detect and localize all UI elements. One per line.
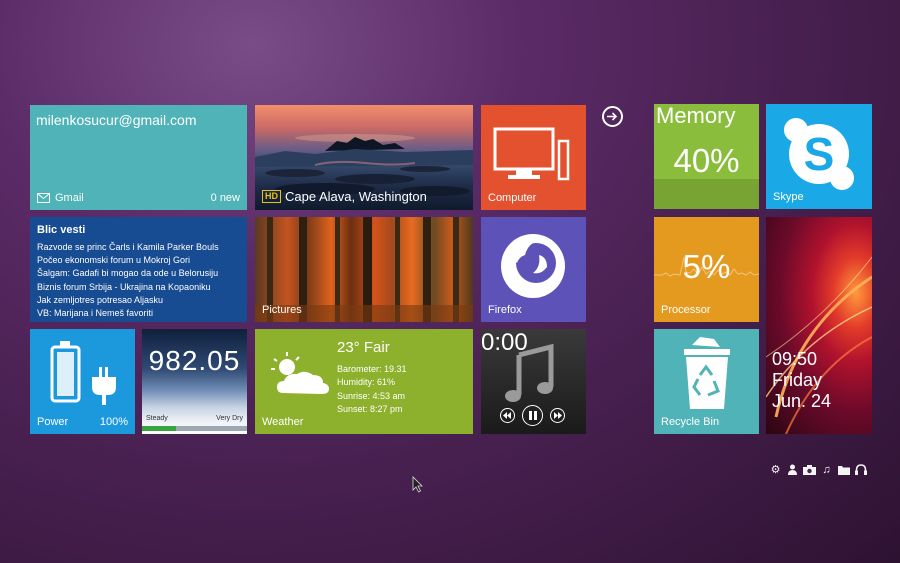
prev-button[interactable] [500, 408, 515, 423]
power-label: Power [37, 416, 69, 428]
recycle-bin-label: Recycle Bin [661, 416, 720, 428]
mail-icon [37, 193, 50, 203]
mouse-cursor-icon [412, 476, 423, 493]
hd-badge: HD [262, 190, 281, 203]
gmail-label: Gmail [55, 192, 84, 204]
next-button[interactable] [550, 408, 565, 423]
blic-news-tile[interactable]: Blic vesti Razvode se princ Čarls i Kami… [30, 217, 247, 322]
headphones-icon[interactable] [854, 463, 867, 476]
news-item[interactable]: Biznis forum Srbija - Ukrajina na Kopaon… [37, 281, 219, 294]
power-tile[interactable]: Power 100% [30, 329, 135, 434]
processor-label: Processor [661, 304, 711, 316]
barometer-fill [142, 426, 176, 431]
gmail-tile[interactable]: milenkosucur@gmail.com Gmail 0 new [30, 105, 247, 210]
partly-cloudy-icon [271, 352, 329, 394]
arrow-right-icon [607, 112, 618, 121]
svg-text:S: S [804, 128, 835, 180]
processor-value: 5% [682, 248, 731, 285]
fast-forward-icon [554, 412, 562, 419]
news-item[interactable]: VB: Marijana i Nemeš favoriti [37, 307, 219, 320]
news-item[interactable]: Razvode se princ Čarls i Kamila Parker B… [37, 241, 219, 254]
scroll-right-button[interactable] [602, 106, 623, 127]
weather-humidity: Humidity: 61% [337, 377, 396, 388]
weather-label: Weather [262, 416, 304, 428]
photo-caption: HD Cape Alava, Washington [262, 189, 427, 204]
gmail-count: 0 new [210, 192, 240, 204]
computer-tile[interactable]: Computer [481, 105, 586, 210]
blic-title: Blic vesti [37, 224, 86, 236]
memory-bar [654, 179, 759, 209]
weather-details: Barometer: 19.31 Humidity: 61% Sunrise: … [337, 363, 407, 417]
news-item[interactable]: Šalgam: Gadafi bi mogao da ode u Belorus… [37, 267, 219, 280]
recycle-bin-tile[interactable]: Recycle Bin [654, 329, 759, 434]
news-item[interactable]: Počeo ekonomski forum u Mokroj Gori [37, 254, 219, 267]
pause-icon [528, 411, 537, 420]
user-icon[interactable] [786, 463, 799, 476]
photo-tile[interactable]: HD Cape Alava, Washington [255, 105, 473, 210]
weather-sunrise: Sunrise: 4:53 am [337, 390, 406, 401]
camera-icon[interactable] [803, 463, 816, 476]
gmail-email: milenkosucur@gmail.com [36, 112, 197, 128]
weather-tile[interactable]: 23° Fair Barometer: 19.31 Humidity: 61% … [255, 329, 473, 434]
rewind-icon [503, 412, 511, 419]
system-icon-bar: ⚙ ♫ [769, 463, 867, 476]
news-list: Razvode se princ Čarls i Kamila Parker B… [37, 241, 219, 320]
weather-temp: 23° Fair [337, 339, 390, 356]
barometer-tile[interactable]: 982.05 Steady Very Dry [142, 329, 247, 434]
barometer-high-label: Very Dry [216, 415, 243, 422]
skype-tile[interactable]: S Skype [766, 104, 872, 209]
barometer-bar [142, 426, 247, 431]
music-note-icon[interactable]: ♫ [820, 463, 833, 476]
barometer-value: 982.05 [148, 345, 241, 376]
gear-icon[interactable]: ⚙ [769, 463, 782, 476]
firefox-tile[interactable]: Firefox [481, 217, 586, 322]
memory-label: Memory [656, 104, 736, 128]
memory-tile[interactable]: Memory 40% [654, 104, 759, 209]
gmail-label-row: Gmail [37, 192, 84, 204]
folder-icon[interactable] [837, 463, 850, 476]
music-tile[interactable]: 0:00 [481, 329, 586, 434]
power-value: 100% [99, 416, 128, 428]
clock-day: Friday [772, 370, 823, 390]
processor-tile[interactable]: 5% Processor [654, 217, 759, 322]
weather-barometer: Barometer: 19.31 [337, 364, 407, 374]
news-item[interactable]: Jak zemljotres potresao Aljasku [37, 294, 219, 307]
firefox-label: Firefox [488, 304, 522, 316]
skype-label: Skype [773, 191, 804, 203]
clock-text: 09:50 Friday Jun. 24 [772, 349, 831, 412]
weather-sunset: Sunset: 8:27 pm [337, 404, 403, 415]
photo-location: Cape Alava, Washington [285, 189, 427, 204]
barometer-low-label: Steady [146, 415, 168, 422]
clock-tile[interactable]: 09:50 Friday Jun. 24 [766, 217, 872, 434]
pictures-tile[interactable]: Pictures [255, 217, 473, 322]
pause-button[interactable] [522, 405, 543, 426]
pictures-label: Pictures [262, 304, 302, 316]
computer-label: Computer [488, 192, 537, 204]
memory-value: 40% [673, 142, 740, 179]
clock-time: 09:50 [772, 349, 818, 369]
clock-date: Jun. 24 [772, 391, 832, 411]
